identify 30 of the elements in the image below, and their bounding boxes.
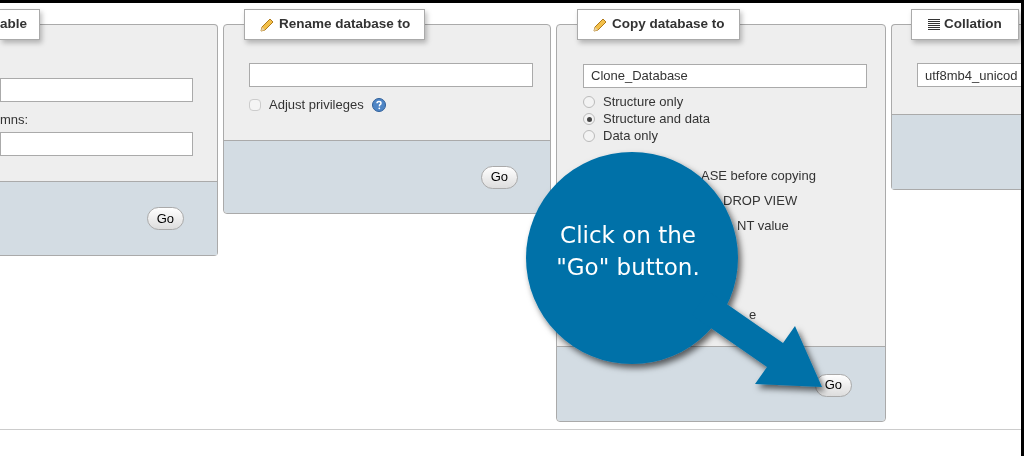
callout-text: Click on the "Go" button. bbox=[555, 221, 701, 282]
option-text: DROP VIEW bbox=[723, 192, 798, 208]
help-icon[interactable] bbox=[371, 97, 386, 112]
radio-label: Structure only bbox=[603, 93, 684, 112]
legend-text: Collation bbox=[944, 15, 1002, 34]
legend-text: Copy database to bbox=[612, 15, 725, 34]
option-text: NT value bbox=[737, 217, 789, 233]
legend-text: Rename database to bbox=[279, 15, 411, 34]
go-button[interactable]: Go bbox=[814, 373, 852, 397]
option-text: e bbox=[749, 306, 757, 322]
text-field[interactable] bbox=[0, 78, 193, 102]
radio-button[interactable] bbox=[583, 96, 595, 108]
radio-label: Data only bbox=[603, 127, 658, 146]
text-field[interactable]: utf8mb4_unicod bbox=[917, 63, 1021, 87]
text-field[interactable] bbox=[249, 63, 533, 87]
checkbox-label: Adjust privileges bbox=[269, 96, 364, 114]
go-button[interactable]: Go bbox=[480, 165, 518, 189]
go-button[interactable]: Go bbox=[146, 207, 184, 230]
text-field[interactable] bbox=[0, 132, 193, 156]
text-field[interactable]: Clone_Database bbox=[583, 63, 867, 88]
list-icon bbox=[928, 18, 940, 31]
option-text: ASE before copying bbox=[701, 167, 816, 183]
checkbox[interactable] bbox=[249, 98, 261, 111]
radio-label: Structure and data bbox=[603, 110, 710, 129]
field-label: mns: bbox=[0, 111, 30, 129]
radio-button[interactable] bbox=[583, 130, 595, 142]
radio-button[interactable] bbox=[583, 113, 595, 125]
pencil-icon bbox=[259, 16, 275, 33]
pencil-icon bbox=[592, 16, 608, 33]
legend-text: able bbox=[0, 15, 27, 34]
